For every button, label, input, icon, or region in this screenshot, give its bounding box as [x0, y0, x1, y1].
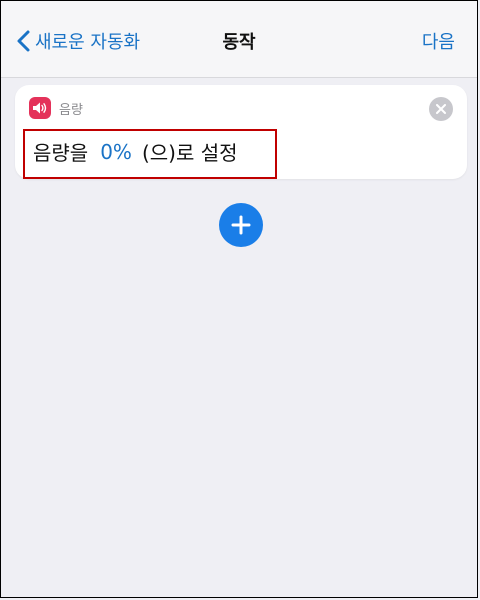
- app-name: 음량: [59, 103, 83, 118]
- add-action-button[interactable]: [219, 203, 263, 247]
- remove-action-button[interactable]: [429, 97, 453, 121]
- highlight-box: [23, 129, 277, 179]
- speaker-icon: [29, 97, 51, 119]
- close-icon: [436, 104, 446, 114]
- navigation-bar: 새로운 자동화 동작 다음: [1, 1, 477, 78]
- plus-icon: [231, 215, 251, 235]
- page-title: 동작: [222, 32, 256, 53]
- screen: 새로운 자동화 동작 다음 음량 음량을 0% (으)로 설정: [0, 0, 478, 598]
- next-button[interactable]: 다음: [422, 28, 455, 54]
